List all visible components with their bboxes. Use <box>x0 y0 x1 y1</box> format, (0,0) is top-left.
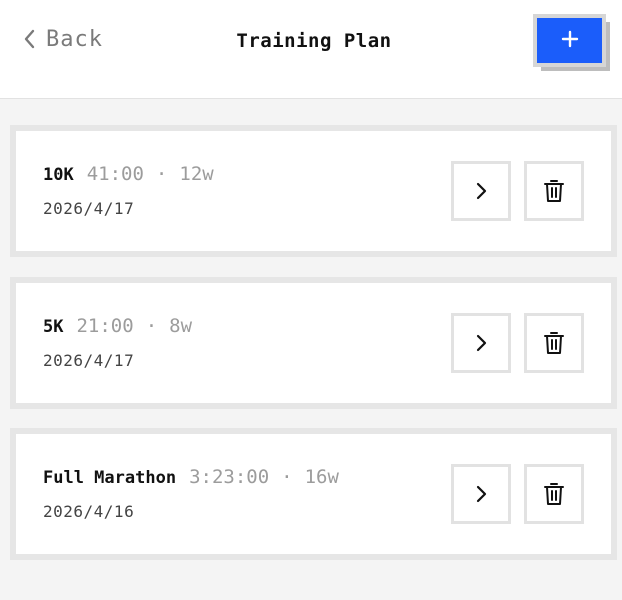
open-plan-button[interactable] <box>451 161 511 221</box>
plan-date: 2026/4/16 <box>43 502 135 521</box>
plan-target-time: 3:23:00 <box>189 466 270 488</box>
plan-name: Full Marathon <box>43 468 177 488</box>
plan-card[interactable]: Full Marathon 3:23:00 · 16w 2026/4/16 <box>10 428 617 560</box>
plan-separator: · <box>145 315 158 337</box>
plan-separator: · <box>155 163 168 185</box>
trash-icon <box>543 178 565 204</box>
plan-info: 10K 41:00 · 12w 2026/4/17 <box>43 163 214 218</box>
plan-target-time: 41:00 <box>86 163 144 185</box>
open-plan-button[interactable] <box>451 464 511 524</box>
trash-icon <box>543 481 565 507</box>
plan-name: 10K <box>43 165 74 185</box>
add-plan-button-wrapper <box>533 14 610 71</box>
plan-card[interactable]: 5K 21:00 · 8w 2026/4/17 <box>10 277 617 409</box>
delete-plan-button[interactable] <box>524 464 584 524</box>
delete-plan-button[interactable] <box>524 313 584 373</box>
chevron-right-icon <box>474 332 488 354</box>
plan-info: 5K 21:00 · 8w 2026/4/17 <box>43 315 192 370</box>
open-plan-button[interactable] <box>451 313 511 373</box>
trash-icon <box>543 330 565 356</box>
plan-date: 2026/4/17 <box>43 199 135 218</box>
plan-info: Full Marathon 3:23:00 · 16w 2026/4/16 <box>43 466 339 521</box>
plan-duration: 16w <box>304 466 339 488</box>
page-title: Training Plan <box>236 30 392 52</box>
plan-summary: 10K 41:00 · 12w <box>43 163 214 185</box>
plan-date: 2026/4/17 <box>43 351 135 370</box>
plan-separator: · <box>281 466 293 488</box>
plus-icon <box>561 30 579 52</box>
plan-name: 5K <box>43 317 64 337</box>
chevron-right-icon <box>474 180 488 202</box>
plan-card[interactable]: 10K 41:00 · 12w 2026/4/17 <box>10 125 617 257</box>
plan-summary: 5K 21:00 · 8w <box>43 315 192 337</box>
plan-duration: 8w <box>169 315 193 337</box>
plan-summary: Full Marathon 3:23:00 · 16w <box>43 466 339 488</box>
top-bar: Back Training Plan <box>0 0 622 99</box>
add-plan-button[interactable] <box>533 14 606 67</box>
delete-plan-button[interactable] <box>524 161 584 221</box>
plan-target-time: 21:00 <box>76 315 134 337</box>
plan-duration: 12w <box>179 163 214 185</box>
chevron-right-icon <box>474 483 488 505</box>
